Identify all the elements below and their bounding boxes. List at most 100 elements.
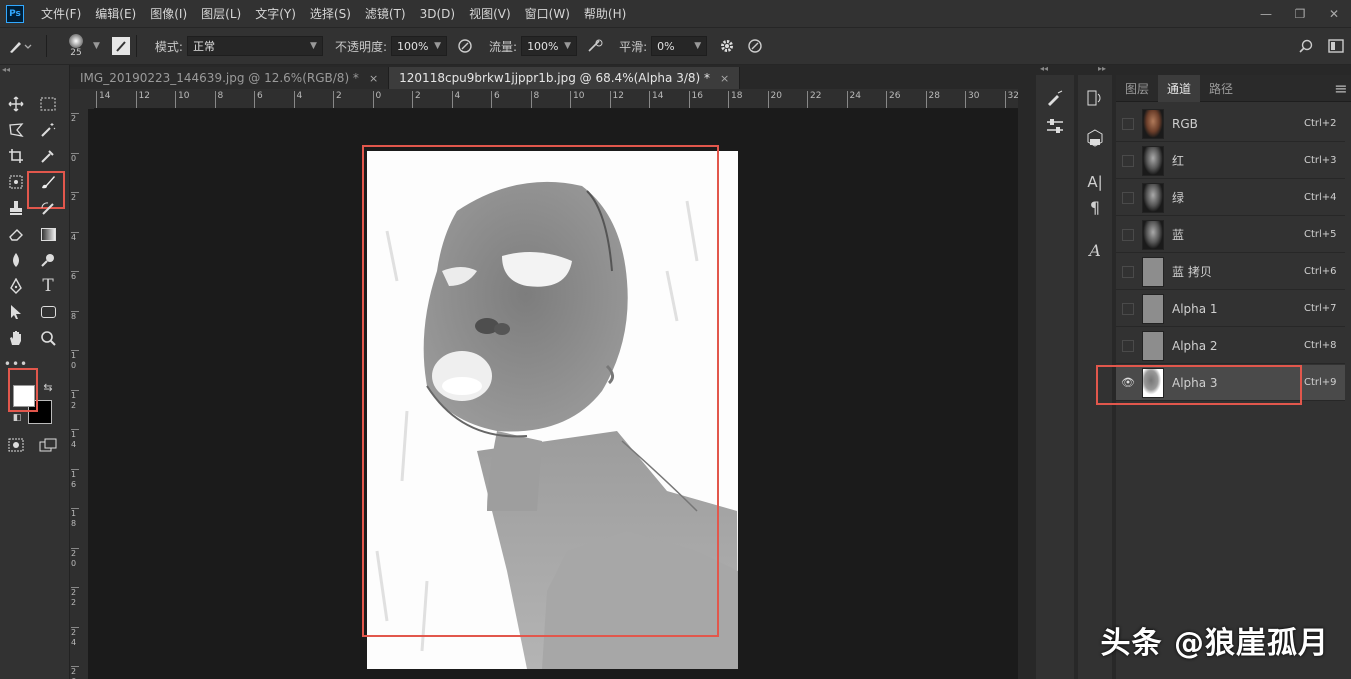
flow-input[interactable]: 100% ▼ — [521, 36, 578, 56]
tab-channels[interactable]: 通道 — [1158, 75, 1201, 102]
gradient-tool-icon[interactable] — [37, 223, 59, 245]
path-selection-icon[interactable] — [5, 301, 27, 323]
ruler-tick-label: 2 — [412, 91, 421, 108]
menu-view[interactable]: 视图(V) — [462, 5, 518, 22]
collapse-arrows-icon[interactable]: ▸▸ — [1098, 64, 1110, 74]
airbrush-icon[interactable] — [583, 38, 607, 54]
pen-tool-icon[interactable] — [5, 275, 27, 297]
visibility-toggle[interactable] — [1122, 191, 1134, 204]
chevron-down-icon[interactable]: ▼ — [93, 41, 100, 51]
brush-settings-icon[interactable] — [1044, 87, 1066, 109]
menu-file[interactable]: 文件(F) — [34, 5, 88, 22]
mode-select[interactable]: 正常 ▼ — [186, 36, 323, 56]
channel-row[interactable]: 蓝 拷贝 Ctrl+6 — [1116, 254, 1345, 290]
spot-healing-icon[interactable] — [5, 171, 27, 193]
menu-filter[interactable]: 滤镜(T) — [358, 5, 413, 22]
channel-shortcut: Ctrl+9 — [1304, 377, 1337, 388]
menu-select[interactable]: 选择(S) — [303, 5, 358, 22]
mode-label: 模式: — [154, 39, 183, 54]
channel-thumbnail — [1142, 293, 1164, 324]
channel-row[interactable]: RGB Ctrl+2 — [1116, 106, 1345, 142]
ruler-tick-label: 18 — [728, 91, 742, 108]
menu-3d[interactable]: 3D(D) — [413, 7, 462, 21]
pressure-opacity-icon[interactable] — [453, 38, 477, 54]
default-colors-icon[interactable]: ◧ — [9, 410, 25, 426]
zoom-tool-icon[interactable] — [37, 327, 59, 349]
marquee-tool-icon[interactable] — [37, 93, 59, 115]
visibility-toggle[interactable] — [1122, 339, 1134, 352]
history-panel-icon[interactable] — [1084, 87, 1106, 109]
minimize-button[interactable]: — — [1249, 4, 1283, 24]
3d-cube-icon[interactable] — [1084, 127, 1106, 149]
tab-close-icon[interactable]: × — [720, 72, 729, 85]
ruler-tick-label: 30 — [965, 91, 979, 108]
smooth-input[interactable]: 0% ▼ — [651, 36, 708, 56]
chevron-down-icon: ▼ — [694, 41, 702, 51]
visibility-toggle[interactable] — [1122, 154, 1134, 167]
crop-tool-icon[interactable] — [5, 145, 27, 167]
visibility-toggle[interactable] — [1122, 117, 1134, 130]
tab-close-icon[interactable]: × — [369, 72, 378, 85]
menu-window[interactable]: 窗口(W) — [518, 5, 577, 22]
panel-menu-icon[interactable]: ≡ — [1331, 75, 1351, 101]
menu-layer[interactable]: 图层(L) — [194, 5, 248, 22]
channel-name: 蓝 — [1172, 228, 1185, 242]
tab-layers[interactable]: 图层 — [1116, 75, 1158, 102]
channel-row[interactable]: 红 Ctrl+3 — [1116, 143, 1345, 179]
collapse-arrows-icon[interactable]: ◂◂ — [2, 65, 14, 75]
visibility-toggle[interactable] — [1122, 228, 1134, 241]
hand-tool-icon[interactable] — [5, 327, 27, 349]
opacity-input[interactable]: 100% ▼ — [391, 36, 448, 56]
type-tool-icon[interactable]: T — [37, 275, 59, 297]
blur-tool-icon[interactable] — [5, 249, 27, 271]
screen-mode-icon[interactable] — [37, 434, 59, 456]
magic-wand-icon[interactable] — [37, 119, 59, 141]
menu-edit[interactable]: 编辑(E) — [88, 5, 143, 22]
channel-name: 绿 — [1172, 191, 1185, 205]
lasso-tool-icon[interactable] — [5, 119, 27, 141]
glyphs-panel-icon[interactable]: A — [1084, 239, 1106, 261]
menu-image[interactable]: 图像(I) — [143, 5, 194, 22]
brush-tool-preset-icon[interactable] — [0, 38, 40, 54]
channel-shortcut: Ctrl+4 — [1304, 192, 1337, 203]
channel-row[interactable]: 绿 Ctrl+4 — [1116, 180, 1345, 216]
channel-row[interactable]: 蓝 Ctrl+5 — [1116, 217, 1345, 253]
channel-row[interactable]: Alpha 1 Ctrl+7 — [1116, 291, 1345, 327]
move-tool-icon[interactable] — [5, 93, 27, 115]
tab-document-1[interactable]: IMG_20190223_144639.jpg @ 12.6%(RGB/8) *… — [70, 67, 390, 89]
history-brush-icon[interactable] — [37, 197, 59, 219]
visibility-toggle[interactable] — [1122, 265, 1134, 278]
quick-mask-icon[interactable] — [5, 434, 27, 456]
channel-thumbnail — [1142, 256, 1164, 287]
swap-colors-icon[interactable]: ⇆ — [40, 379, 56, 395]
adjustments-sliders-icon[interactable] — [1044, 115, 1066, 137]
ruler-tick-label: 12 — [609, 91, 624, 108]
channel-name: RGB — [1172, 116, 1198, 131]
channel-row[interactable]: Alpha 2 Ctrl+8 — [1116, 328, 1345, 364]
search-icon[interactable] — [1291, 38, 1321, 54]
workspace-icon[interactable] — [1321, 39, 1351, 53]
paragraph-panel-icon[interactable]: ¶ — [1084, 196, 1106, 218]
tab-paths[interactable]: 路径 — [1200, 75, 1242, 102]
tab-document-2[interactable]: 120118cpu9brkw1jjppr1b.jpg @ 68.4%(Alpha… — [389, 67, 741, 89]
dodge-tool-icon[interactable] — [37, 249, 59, 271]
alpha3-highlight — [1096, 365, 1302, 405]
channel-list: RGB Ctrl+2 红 Ctrl+3 绿 Ctrl+4 蓝 Ctrl+5 蓝 拷贝 Ctrl+6… — [1116, 106, 1351, 406]
restore-button[interactable]: ❐ — [1283, 4, 1317, 24]
ruler-tick-label: 20 — [767, 91, 782, 108]
character-panel-icon[interactable]: A| — [1084, 171, 1106, 193]
shape-tool-icon[interactable] — [37, 301, 59, 323]
gear-icon[interactable] — [713, 38, 741, 54]
eyedropper-icon[interactable] — [37, 145, 59, 167]
close-button[interactable]: ✕ — [1317, 4, 1351, 24]
canvas-area[interactable] — [88, 109, 1018, 679]
eraser-tool-icon[interactable] — [5, 223, 27, 245]
tab-label: IMG_20190223_144639.jpg @ 12.6%(RGB/8) * — [80, 71, 359, 85]
brush-panel-icon[interactable] — [111, 37, 130, 55]
pressure-size-icon[interactable] — [741, 38, 769, 54]
menu-help[interactable]: 帮助(H) — [577, 5, 633, 22]
stamp-tool-icon[interactable] — [5, 197, 27, 219]
menu-type[interactable]: 文字(Y) — [248, 5, 303, 22]
visibility-toggle[interactable] — [1122, 302, 1134, 315]
collapse-arrows-icon[interactable]: ◂◂ — [1040, 64, 1052, 74]
